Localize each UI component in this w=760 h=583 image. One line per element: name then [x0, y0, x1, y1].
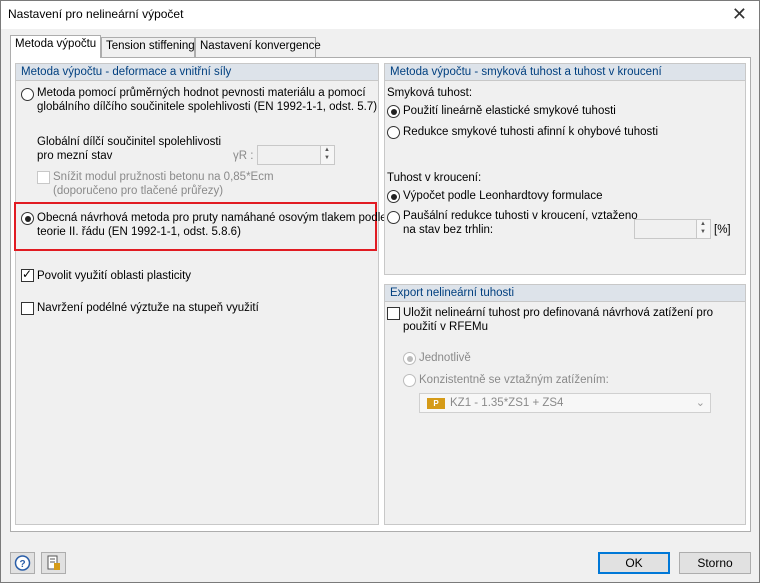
title-bar: Nastavení pro nelineární výpočet ✕: [1, 1, 759, 29]
gamma-r-label: γR :: [233, 150, 254, 162]
plasticity-checkbox[interactable]: ✓: [21, 267, 34, 282]
radio-average-values[interactable]: [21, 88, 34, 101]
radio-consistent[interactable]: [403, 374, 416, 387]
radio-general-method[interactable]: [21, 212, 34, 225]
help-button[interactable]: ?: [10, 552, 35, 574]
save-stiffness-checkbox[interactable]: [387, 307, 400, 320]
calc-method-header: Metoda výpočtu - deformace a vnitřní síl…: [16, 64, 378, 81]
reduce-modulus-label-2: (doporučeno pro tlačené průřezy): [53, 185, 224, 197]
tab-label: Tension stiffening: [106, 40, 195, 52]
design-reinforcement-checkbox[interactable]: [21, 302, 34, 315]
radio-average-values-label-1: Metoda pomocí průměrných hodnot pevnosti…: [37, 87, 366, 99]
spinner-arrows[interactable]: ▲ ▼: [320, 146, 334, 164]
radio-leonhardt[interactable]: [387, 190, 400, 203]
tab-nastaveni-konvergence[interactable]: Nastavení konvergence: [195, 37, 321, 57]
radio-consistent-label: Konzistentně se vztažným zatížením:: [419, 374, 609, 386]
radio-leonhardt-label: Výpočet podle Leonhardtovy formulace: [403, 190, 603, 202]
safety-factor-label-2: pro mezní stav: [37, 150, 113, 162]
save-stiffness-label-2: použití v RFEMu: [403, 321, 488, 333]
radio-average-values-label-2: globálního dílčího součinitele spolehliv…: [37, 101, 378, 113]
stiffness-header: Metoda výpočtu - smyková tuhost a tuhost…: [385, 64, 745, 81]
calc-method-group: Metoda výpočtu - deformace a vnitřní síl…: [15, 63, 379, 525]
plasticity-label: Povolit využití oblasti plasticity: [37, 270, 192, 282]
shear-stiffness-title: Smyková tuhost:: [387, 87, 473, 99]
ok-button[interactable]: OK: [598, 552, 670, 574]
radio-reduce-shear[interactable]: [387, 126, 400, 139]
gamma-r-spinner[interactable]: ▲ ▼: [257, 145, 335, 165]
percent-unit: [%]: [714, 224, 731, 236]
radio-flat-reduction-label-1: Paušální redukce tuhosti v kroucení, vzt…: [403, 210, 638, 222]
radio-flat-reduction-label-2: na stav bez trhlin:: [403, 224, 494, 236]
radio-linear-shear[interactable]: [387, 105, 400, 118]
radio-individually-label: Jednotlivě: [419, 352, 471, 364]
tab-label: Nastavení konvergence: [200, 40, 321, 52]
svg-text:?: ?: [19, 559, 25, 570]
reduce-modulus-checkbox[interactable]: [37, 171, 50, 184]
torsion-reduction-spinner[interactable]: ▲ ▼: [634, 219, 711, 239]
radio-flat-reduction[interactable]: [387, 211, 400, 224]
design-reinforcement-label: Navržení podélné výztuže na stupeň využi…: [37, 302, 259, 314]
radio-reduce-shear-label: Redukce smykové tuhosti afinní k ohybové…: [403, 126, 659, 138]
radio-general-method-label-1: Obecná návrhová metoda pro pruty namáhan…: [37, 212, 387, 224]
radio-linear-shear-label: Použití lineárně elastické smykové tuhos…: [403, 105, 616, 117]
combination-badge: P: [427, 398, 445, 409]
help-icon: ?: [14, 555, 31, 571]
safety-factor-label-1: Globální dílčí součinitel spolehlivosti: [37, 136, 222, 148]
dialog-title: Nastavení pro nelineární výpočet: [8, 7, 184, 21]
reduce-modulus-label-1: Snížit modul pružnosti betonu na 0,85*Ec…: [53, 171, 274, 183]
close-icon[interactable]: ✕: [732, 4, 747, 25]
chevron-down-icon[interactable]: ⌄: [696, 396, 705, 409]
torsion-stiffness-title: Tuhost v kroucení:: [387, 172, 482, 184]
tab-metoda-vypoctu[interactable]: Metoda výpočtu: [10, 35, 101, 58]
export-body: [385, 302, 745, 524]
radio-general-method-label-2: teorie II. řádu (EN 1992-1-1, odst. 5.8.…: [37, 226, 241, 238]
combination-value: KZ1 - 1.35*ZS1 + ZS4: [450, 397, 564, 409]
load-combination-select[interactable]: P KZ1 - 1.35*ZS1 + ZS4 ⌄: [419, 393, 711, 413]
spinner-arrows[interactable]: ▲ ▼: [696, 220, 710, 238]
save-stiffness-label-1: Uložit nelineární tuhost pro definovaná …: [403, 307, 714, 319]
document-info-icon: [47, 555, 60, 570]
tab-tension-stiffening[interactable]: Tension stiffening: [101, 37, 195, 57]
dialog-window: Nastavení pro nelineární výpočet ✕ Metod…: [0, 0, 760, 583]
checkmark-icon: ✓: [22, 267, 33, 281]
radio-individually[interactable]: [403, 352, 416, 365]
export-header: Export nelineární tuhosti: [385, 285, 745, 302]
tab-label: Metoda výpočtu: [15, 38, 97, 50]
cancel-button[interactable]: Storno: [679, 552, 751, 574]
info-button[interactable]: [41, 552, 66, 574]
